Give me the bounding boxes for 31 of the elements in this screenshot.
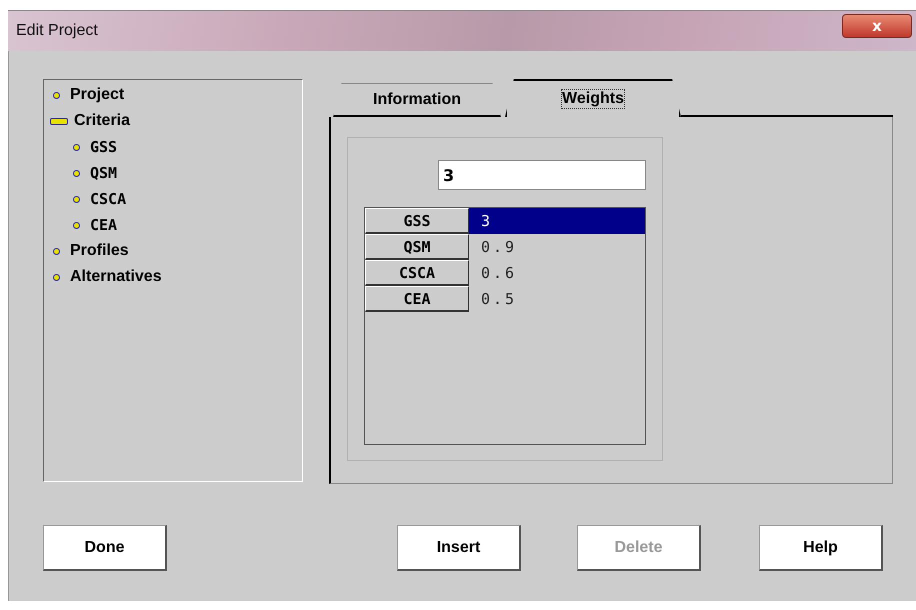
bullet-icon	[73, 222, 80, 228]
close-button[interactable]: x	[842, 14, 912, 38]
collapse-icon[interactable]	[50, 118, 68, 124]
tree-item[interactable]: QSM	[90, 164, 118, 182]
row-header[interactable]: CSCA	[365, 260, 469, 286]
table-cell[interactable]: 0.6	[469, 260, 645, 286]
tab[interactable]: Weights	[505, 79, 681, 117]
input-field[interactable]: 3	[438, 160, 646, 190]
table-cell[interactable]: 0.5	[469, 286, 645, 312]
bullet-icon	[73, 170, 80, 176]
tree-item[interactable]: GSS	[90, 138, 118, 156]
bullet-icon	[73, 196, 80, 202]
tree-item[interactable]: CSCA	[90, 190, 126, 208]
window-title: Edit Project	[16, 22, 98, 40]
bullet-icon	[53, 92, 60, 98]
tree-item[interactable]: CEA	[90, 216, 118, 234]
tree-item[interactable]: Criteria	[74, 112, 130, 130]
bullet-icon	[53, 274, 60, 280]
table-cell[interactable]: 0.9	[469, 234, 645, 260]
tree-item[interactable]: Alternatives	[70, 268, 162, 286]
dialog-button[interactable]: Help	[759, 525, 883, 571]
row-header[interactable]: CEA	[365, 286, 469, 312]
dialog-button[interactable]: Done	[43, 525, 167, 571]
bullet-icon	[53, 248, 60, 254]
tree-item[interactable]: Project	[70, 86, 124, 104]
tab[interactable]: Information	[333, 83, 501, 117]
bullet-icon	[73, 144, 80, 150]
table-cell[interactable]: 3	[469, 208, 645, 234]
dialog-button[interactable]: Insert	[397, 525, 521, 571]
row-header[interactable]: QSM	[365, 234, 469, 260]
tree-item[interactable]: Profiles	[70, 242, 129, 260]
